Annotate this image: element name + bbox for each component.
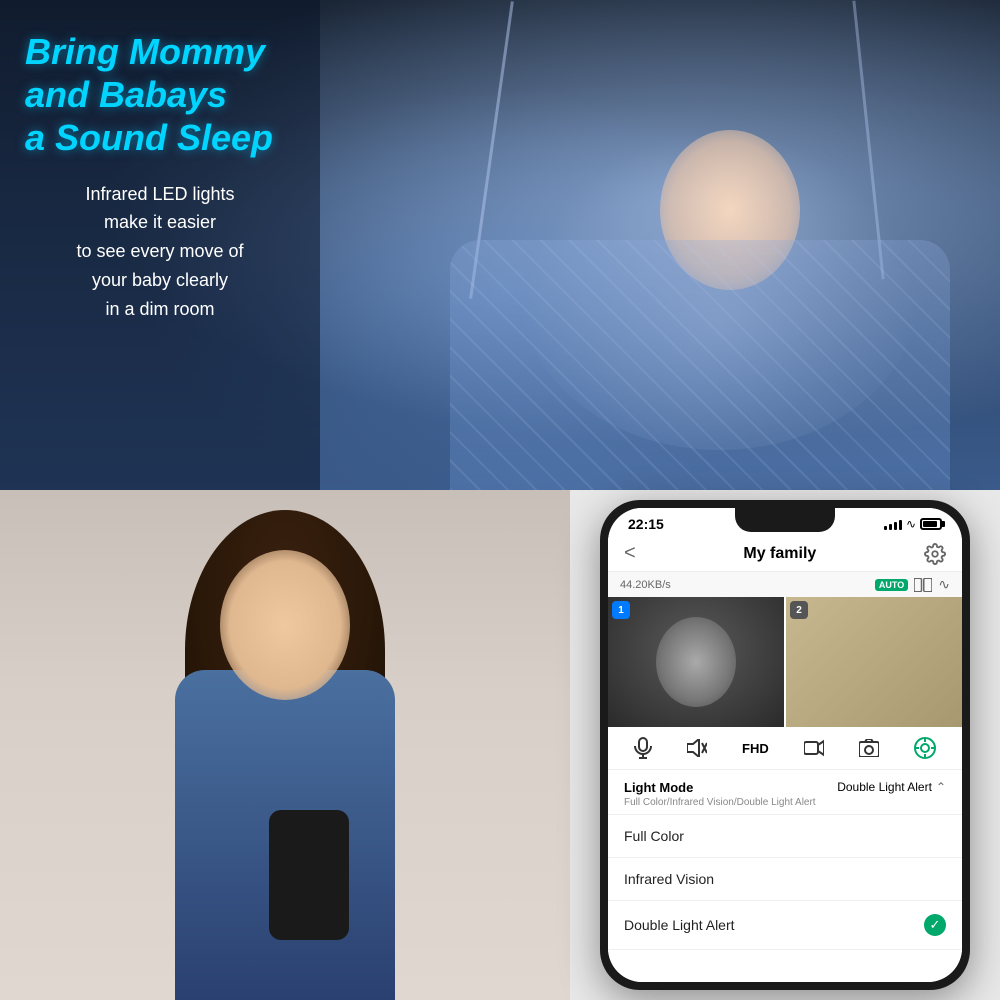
- subtext: Infrared LED lightsmake it easierto see …: [25, 180, 295, 324]
- feed-2-image: [786, 597, 962, 727]
- signal-bars-icon: [884, 518, 902, 530]
- light-mode-sub: Full Color/Infrared Vision/Double Light …: [624, 797, 816, 808]
- light-mode-current-label: Double Light Alert: [837, 780, 932, 794]
- feed-1-image: [608, 597, 784, 727]
- signal-bar-3: [894, 522, 897, 530]
- woman-section: [0, 490, 570, 1000]
- battery-fill: [923, 521, 937, 527]
- phone-in-hand: [269, 810, 349, 940]
- record-button[interactable]: [804, 739, 824, 757]
- quality-button[interactable]: FHD: [742, 741, 769, 756]
- microphone-button[interactable]: [634, 737, 652, 759]
- signal-bar-2: [889, 524, 892, 530]
- status-time: 22:15: [628, 516, 664, 532]
- light-mode-title: Light Mode: [624, 780, 816, 795]
- phone-screen: 22:15 ∿: [608, 508, 962, 982]
- app-title: My family: [743, 545, 816, 563]
- light-mode-current[interactable]: Double Light Alert ⌃: [837, 780, 946, 794]
- woman-face: [220, 550, 350, 700]
- light-mode-header: Light Mode Full Color/Infrared Vision/Do…: [608, 770, 962, 815]
- speaker-button[interactable]: [687, 739, 707, 757]
- full-color-label: Full Color: [624, 828, 684, 844]
- phone-section: 22:15 ∿: [570, 490, 1000, 1000]
- settings-panel: Light Mode Full Color/Infrared Vision/Do…: [608, 770, 962, 982]
- status-icons: ∿: [884, 517, 942, 531]
- camera-feeds: 1 2: [608, 597, 962, 727]
- back-button[interactable]: <: [624, 542, 636, 565]
- infrared-vision-option[interactable]: Infrared Vision: [608, 858, 962, 901]
- snapshot-button[interactable]: [859, 739, 879, 757]
- baby-blanket: [450, 240, 950, 490]
- phone-mockup: 22:15 ∿: [600, 500, 970, 990]
- bottom-section: 22:15 ∿: [0, 490, 1000, 1000]
- auto-badge: AUTO: [875, 579, 908, 591]
- wifi-icon: ∿: [906, 517, 916, 531]
- light-mode-left: Light Mode Full Color/Infrared Vision/Do…: [624, 780, 816, 808]
- headline: Bring Mommyand Babaysa Sound Sleep: [25, 30, 295, 160]
- check-icon: ✓: [924, 914, 946, 936]
- app-header: < My family: [608, 536, 962, 572]
- split-screen-icon[interactable]: [914, 578, 932, 592]
- chevron-up-icon: ⌃: [936, 780, 946, 794]
- wifi-signal-icon: ∿: [938, 576, 950, 593]
- feed-1-number: 1: [612, 601, 630, 619]
- quality-label: FHD: [742, 741, 769, 756]
- feed-2-number: 2: [790, 601, 808, 619]
- control-bar: FHD: [608, 727, 962, 770]
- battery-icon: [920, 518, 942, 530]
- infrared-vision-label: Infrared Vision: [624, 871, 714, 887]
- double-light-alert-label: Double Light Alert: [624, 917, 735, 933]
- status-bar: 22:15 ∿: [608, 508, 962, 536]
- speed-icons: AUTO ∿: [875, 576, 950, 593]
- phone-notch: [735, 508, 835, 532]
- gear-icon[interactable]: [924, 543, 946, 565]
- text-overlay: Bring Mommyand Babaysa Sound Sleep Infra…: [0, 0, 320, 490]
- signal-bar-4: [899, 520, 902, 530]
- speed-bar: 44.20KB/s AUTO ∿: [608, 572, 962, 597]
- full-color-option[interactable]: Full Color: [608, 815, 962, 858]
- woman-figure: [125, 510, 445, 1000]
- camera-feed-1[interactable]: 1: [608, 597, 784, 727]
- top-section: Bring Mommyand Babaysa Sound Sleep Infra…: [0, 0, 1000, 490]
- camera-feed-2[interactable]: 2: [786, 597, 962, 727]
- signal-bar-1: [884, 526, 887, 530]
- more-settings-button[interactable]: [914, 737, 936, 759]
- double-light-alert-option[interactable]: Double Light Alert ✓: [608, 901, 962, 950]
- speed-text: 44.20KB/s: [620, 579, 671, 591]
- baby-infrared: [656, 617, 736, 707]
